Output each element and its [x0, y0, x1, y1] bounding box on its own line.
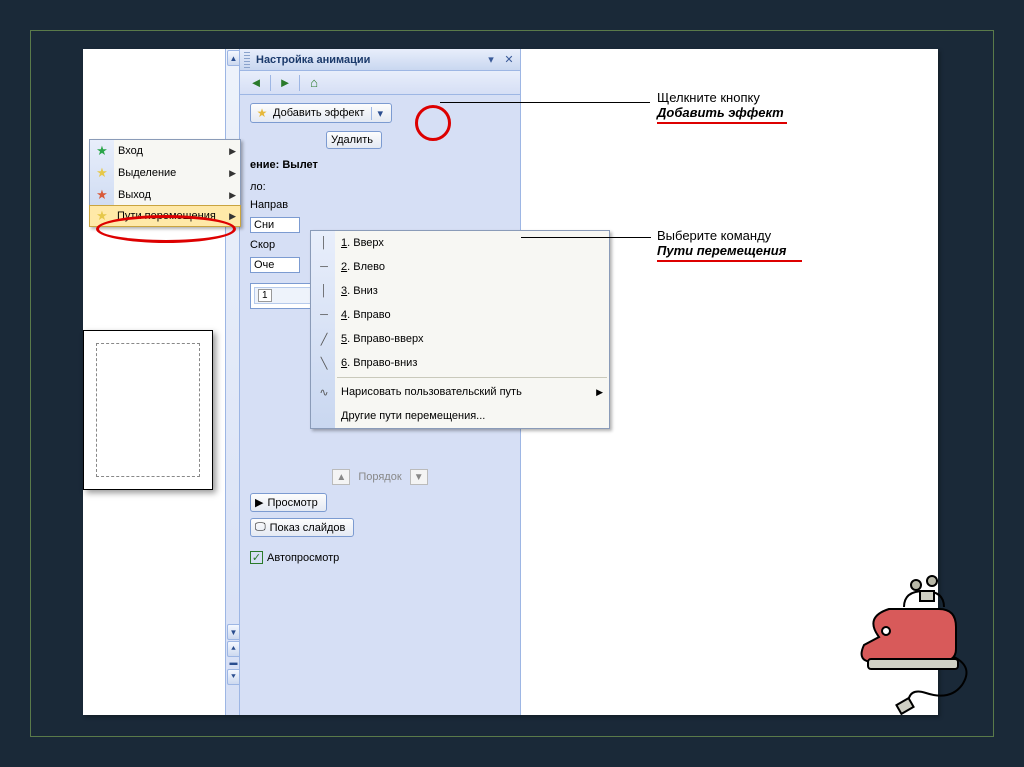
- autoshow-label: Автопросмотр: [267, 552, 339, 564]
- pane-close-icon[interactable]: ✕: [502, 53, 516, 67]
- path-label: 5. Вправо-вверх: [341, 333, 423, 345]
- draw-custom-path-item[interactable]: ∿ Нарисовать пользовательский путь ▶: [311, 380, 609, 404]
- star-icon: ★: [94, 187, 110, 203]
- slide-thumbnail-fragment: [83, 330, 213, 490]
- nav-forward-icon[interactable]: ►: [275, 73, 295, 93]
- path-direction-item[interactable]: ─ 2. Влево: [311, 255, 609, 279]
- add-effect-button[interactable]: ★ Добавить эффект ▾: [250, 103, 392, 123]
- menu-item-Вход[interactable]: ★ Вход ▶: [90, 140, 240, 162]
- direction-combo[interactable]: Сни: [250, 217, 300, 233]
- freeform-icon: ∿: [317, 386, 331, 399]
- speed-label: Скор: [250, 239, 310, 251]
- menu-item-Выход[interactable]: ★ Выход ▶: [90, 184, 240, 206]
- nav-back-icon[interactable]: ◄: [246, 73, 266, 93]
- remove-label: Удалить: [331, 134, 373, 146]
- pane-title: Настройка анимации: [254, 54, 480, 66]
- autoshow-checkbox[interactable]: ✓: [250, 551, 263, 564]
- path-direction-item[interactable]: │ 3. Вниз: [311, 279, 609, 303]
- path-label: 6. Вправо-вниз: [341, 357, 417, 369]
- path-label: 1. Вверх: [341, 237, 384, 249]
- change-label: ение: Вылет: [250, 159, 510, 171]
- callout-2-bold: Пути перемещения: [657, 243, 786, 258]
- connector-line: [521, 237, 651, 238]
- play-icon: ▶: [255, 496, 263, 509]
- path-direction-icon: ╲: [317, 357, 331, 370]
- reorder-row: ▲ Порядок ▼: [250, 469, 510, 485]
- path-direction-icon: │: [317, 285, 331, 297]
- path-direction-icon: ╱: [317, 333, 331, 346]
- pane-nav: ◄ ► ⌂: [240, 71, 520, 95]
- menu-item-label: Пути перемещения: [117, 210, 216, 222]
- preview-button[interactable]: ▶ Просмотр: [250, 493, 327, 512]
- pane-menu-dropdown-icon[interactable]: ▾: [484, 53, 498, 67]
- effect-category-menu: ★ Вход ▶ ★ Выделение ▶ ★ Выход ▶ ★ Пути перемещени…: [89, 139, 241, 227]
- speed-combo[interactable]: Оче: [250, 257, 300, 273]
- more-paths-label: Другие пути перемещения...: [341, 410, 485, 422]
- path-direction-icon: │: [317, 237, 331, 249]
- direction-value: Сни: [254, 219, 274, 231]
- menu-item-label: Выход: [118, 189, 151, 201]
- path-label: 4. Вправо: [341, 309, 391, 321]
- slideshow-button[interactable]: 🖵 Показ слайдов: [250, 518, 354, 537]
- connector-line: [440, 102, 650, 103]
- pane-grip-icon[interactable]: [244, 52, 250, 68]
- add-effect-label: Добавить эффект: [273, 107, 364, 119]
- direction-label: Направ: [250, 199, 310, 211]
- callout-2-text: Выберите команду: [657, 228, 771, 243]
- submenu-arrow-icon: ▶: [229, 146, 236, 157]
- menu-item-label: Вход: [118, 145, 143, 157]
- speed-value: Оче: [254, 259, 274, 271]
- menu-item-label: Выделение: [118, 167, 176, 179]
- more-paths-item[interactable]: Другие пути перемещения...: [311, 404, 609, 428]
- custom-path-label: Нарисовать пользовательский путь: [341, 386, 522, 398]
- path-direction-item[interactable]: ╲ 6. Вправо-вниз: [311, 351, 609, 375]
- submenu-arrow-icon: ▶: [596, 387, 603, 398]
- callout-1-bold: Добавить эффект: [657, 105, 784, 120]
- remove-button[interactable]: Удалить: [326, 131, 382, 149]
- submenu-arrow-icon: ▶: [229, 190, 236, 201]
- star-icon: ★: [255, 106, 269, 120]
- chevron-down-icon: ▾: [371, 107, 383, 120]
- path-direction-icon: ─: [317, 309, 331, 321]
- path-direction-item[interactable]: ╱ 5. Вправо-вверх: [311, 327, 609, 351]
- star-icon: ★: [94, 165, 110, 181]
- menu-item-Выделение[interactable]: ★ Выделение ▶: [90, 162, 240, 184]
- path-direction-item[interactable]: │ 1. Вверх: [311, 231, 609, 255]
- preview-label: Просмотр: [267, 497, 317, 509]
- path-label: 3. Вниз: [341, 285, 378, 297]
- callout-1-text: Щелкните кнопку: [657, 90, 760, 105]
- star-icon: ★: [94, 143, 110, 159]
- start-label: ло:: [250, 181, 510, 193]
- star-icon: ★: [94, 208, 110, 224]
- submenu-arrow-icon: ▶: [229, 211, 236, 222]
- order-label: Порядок: [358, 471, 401, 483]
- motion-paths-submenu: │ 1. Вверх ─ 2. Влево │ 3. Вниз ─ 4. Вправо ╱ 5. …: [310, 230, 610, 429]
- monitor-icon: 🖵: [255, 521, 266, 534]
- nav-home-icon[interactable]: ⌂: [304, 73, 324, 93]
- effect-number: 1: [258, 289, 272, 302]
- callout-2: Выберите команду Пути перемещения: [657, 228, 857, 262]
- path-direction-icon: ─: [317, 261, 331, 273]
- submenu-arrow-icon: ▶: [229, 168, 236, 179]
- slideshow-label: Показ слайдов: [270, 522, 346, 534]
- menu-item-Пути перемещения[interactable]: ★ Пути перемещения ▶: [89, 205, 241, 227]
- pane-titlebar: Настройка анимации ▾ ✕: [240, 49, 520, 71]
- move-up-icon[interactable]: ▲: [332, 469, 350, 485]
- path-label: 2. Влево: [341, 261, 385, 273]
- path-direction-item[interactable]: ─ 4. Вправо: [311, 303, 609, 327]
- callout-1: Щелкните кнопку Добавить эффект: [657, 90, 857, 124]
- iron-clipart: [844, 567, 984, 717]
- move-down-icon[interactable]: ▼: [410, 469, 428, 485]
